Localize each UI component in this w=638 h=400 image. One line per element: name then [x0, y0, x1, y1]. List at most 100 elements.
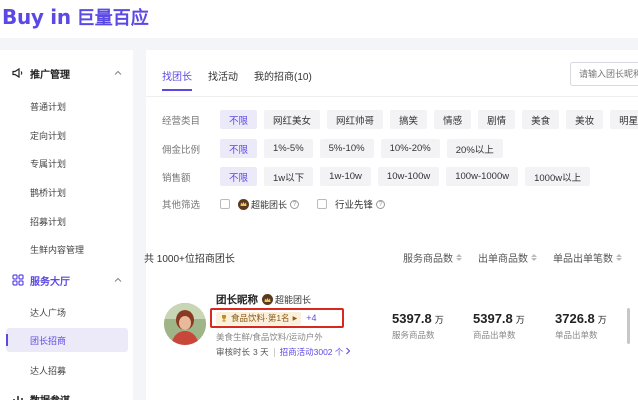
avatar[interactable]	[164, 303, 206, 345]
crown-icon	[262, 294, 273, 305]
super-leader-badge: 超能团长	[238, 198, 287, 211]
megaphone-icon	[12, 67, 24, 79]
top-bar: Buy in 巨量百应	[0, 0, 638, 38]
stat-label: 单品出单数	[555, 330, 598, 340]
filter-chip[interactable]: 剧情	[478, 110, 516, 129]
filter-chip[interactable]: 美食	[522, 110, 560, 129]
super-leader-badge: 超能团长	[262, 293, 311, 306]
leader-categories: 美食生鲜/食品饮料/运动户外	[216, 332, 323, 342]
stat-unit: 万	[597, 315, 607, 325]
filter-label: 其他筛选	[162, 200, 201, 211]
super-leader-checkbox[interactable]: 超能团长 ?	[220, 198, 300, 211]
review-label: 审核时长	[216, 347, 251, 357]
grid-icon	[12, 274, 24, 286]
help-icon[interactable]: ?	[290, 199, 300, 209]
logo[interactable]: Buy in 巨量百应	[2, 4, 149, 30]
sort-header-ordered-products[interactable]: 出单商品数	[478, 250, 537, 265]
sidebar-item-leader-recruit[interactable]: 团长招商	[6, 328, 128, 352]
column-label: 服务商品数	[403, 254, 453, 265]
filter-chip[interactable]: 不限	[220, 139, 258, 158]
filter-row-commission: 佣金比例 不限 1%-5% 5%-10% 10%-20% 20%以上	[162, 139, 510, 158]
column-label: 出单商品数	[478, 254, 528, 265]
sidebar: 推广管理 普通计划 定向计划 专属计划 鹊桥计划 招募计划 生鲜内容管理 服务大…	[0, 50, 133, 400]
sidebar-item-bridge-plan[interactable]: 鹊桥计划	[30, 186, 66, 199]
filter-chip[interactable]: 网红美女	[264, 110, 321, 129]
sidebar-group-label: 数据参谋	[30, 392, 70, 400]
stat-label: 服务商品数	[392, 330, 435, 340]
leader-card[interactable]: 团长昵称 超能团长 食品饮料·第1名 ▶ +4 美食生鲜/食品饮料/运动户外 审…	[146, 275, 638, 375]
stat-number: 5397.8	[392, 311, 432, 326]
filter-chip[interactable]: 10%-20%	[380, 139, 440, 158]
sort-icon	[456, 254, 462, 261]
filter-label: 佣金比例	[162, 144, 201, 156]
sidebar-item-fresh-content[interactable]: 生鲜内容管理	[30, 243, 84, 256]
leader-name[interactable]: 团长昵称	[216, 292, 258, 307]
logo-text-cn: 巨量百应	[76, 8, 149, 29]
leader-meta: 审核时长 3 天 招商活动3002 个	[216, 346, 351, 358]
filter-chip[interactable]: 美妆	[566, 110, 604, 129]
filter-chip[interactable]: 不限	[220, 110, 258, 129]
filter-chip[interactable]: 1w以下	[264, 167, 314, 186]
filter-chip[interactable]: 搞笑	[390, 110, 428, 129]
tab-find-leader[interactable]: 找团长	[162, 68, 192, 91]
active-indicator	[6, 334, 8, 346]
filter-chip[interactable]: 100w-1000w	[446, 167, 519, 186]
list-header: 共 1000+位招商团长 服务商品数 出单商品数 单品出单笔数	[144, 244, 638, 268]
filter-chip[interactable]: 1000w以上	[525, 167, 591, 186]
sidebar-item-normal-plan[interactable]: 普通计划	[30, 100, 66, 113]
tab-find-activity[interactable]: 找活动	[208, 68, 238, 91]
more-ranks[interactable]: +4	[306, 313, 316, 323]
leader-name-row: 团长昵称 超能团长	[216, 292, 311, 307]
filter-chip[interactable]: 情感	[434, 110, 472, 129]
sidebar-item-influencer-recruit[interactable]: 达人招募	[30, 364, 66, 377]
filter-chip[interactable]: 明星	[610, 110, 638, 129]
sort-header-single-orders[interactable]: 单品出单笔数	[553, 250, 622, 265]
chevron-right-icon[interactable]	[345, 347, 351, 357]
leader-card-next[interactable]	[146, 382, 638, 400]
sidebar-item-targeted-plan[interactable]: 定向计划	[30, 129, 66, 142]
divider	[146, 96, 638, 97]
checkbox-box[interactable]	[317, 199, 328, 209]
sidebar-group-label: 推广管理	[30, 69, 70, 81]
help-icon[interactable]: ?	[376, 199, 386, 209]
column-label: 单品出单笔数	[553, 254, 613, 265]
badge-label: 超能团长	[275, 295, 312, 305]
stat-number: 5397.8	[473, 311, 513, 326]
sidebar-item-exclusive-plan[interactable]: 专属计划	[30, 157, 66, 170]
rank-label: 食品饮料·第1名	[231, 313, 290, 323]
sidebar-item-recruit-plan[interactable]: 招募计划	[30, 215, 66, 228]
activity-link[interactable]: 招商活动3002 个	[280, 346, 344, 358]
chevron-up-icon	[114, 277, 122, 282]
stat-single-orders: 3726.8 万 单品出单数	[555, 311, 607, 341]
sidebar-group-data[interactable]: 数据参谋	[0, 386, 133, 400]
filter-chip[interactable]: 1%-5%	[264, 139, 313, 158]
sidebar-group-promotion[interactable]: 推广管理	[0, 60, 133, 86]
filter-chip[interactable]: 1w-10w	[320, 167, 371, 186]
checkbox-box[interactable]	[220, 199, 230, 209]
scrollbar-thumb[interactable]	[627, 308, 630, 344]
filter-chip[interactable]: 网红帅哥	[327, 110, 384, 129]
stat-unit: 万	[515, 315, 525, 325]
logo-text-en: Buy in	[2, 5, 71, 29]
tab-my-recruits[interactable]: 我的招商(10)	[254, 68, 312, 91]
chart-icon	[12, 393, 24, 400]
tab-bar: 找团长 找活动 我的招商(10)	[162, 68, 328, 91]
filter-row-category: 经营类目 不限 网红美女 网红帅哥 搞笑 情感 剧情 美食 美妆 明星	[162, 110, 638, 129]
leader-search-input[interactable]	[570, 62, 638, 86]
result-count: 共 1000+位招商团长	[144, 254, 235, 265]
sidebar-group-service-hall[interactable]: 服务大厅	[0, 267, 133, 293]
filter-chip[interactable]: 10w-100w	[377, 167, 440, 186]
sort-icon	[616, 254, 622, 261]
rank-tag[interactable]: 食品饮料·第1名 ▶	[216, 311, 302, 325]
review-value: 3 天	[253, 347, 269, 357]
trophy-icon	[220, 314, 228, 322]
sort-header-service-products[interactable]: 服务商品数	[403, 250, 462, 265]
filter-chip[interactable]: 5%-10%	[319, 139, 374, 158]
stat-service-products: 5397.8 万 服务商品数	[392, 311, 444, 341]
filter-chip[interactable]: 不限	[220, 167, 258, 186]
filter-label: 经营类目	[162, 115, 201, 127]
industry-pioneer-checkbox[interactable]: 行业先锋 ?	[317, 197, 386, 211]
filter-chip[interactable]: 20%以上	[446, 139, 503, 158]
sort-icon	[531, 254, 537, 261]
sidebar-item-influencer-square[interactable]: 达人广场	[30, 306, 66, 319]
